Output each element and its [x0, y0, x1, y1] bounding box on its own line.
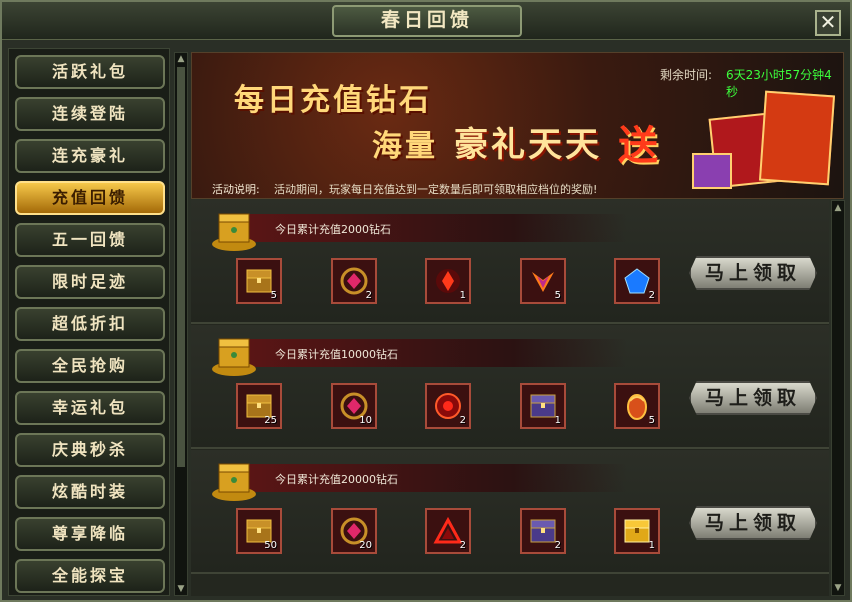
gold-chest-coins-icon — [212, 213, 256, 251]
reward-count: 2 — [648, 290, 655, 301]
sidebar-item-recharge-reward[interactable]: 充值回馈 — [15, 181, 165, 215]
reward-slot[interactable]: 2 — [331, 258, 377, 304]
fire-wing-icon — [532, 272, 554, 292]
window-titlebar: 春日回馈 ✕ — [2, 2, 850, 40]
gold-chest-coins-icon — [212, 338, 256, 376]
close-button[interactable]: ✕ — [815, 10, 841, 36]
reward-slot[interactable]: 2 — [425, 383, 471, 429]
reward-count: 25 — [264, 415, 277, 426]
remaining-time-value: 6天23小时57分钟4秒 — [726, 68, 832, 99]
reward-count: 2 — [459, 540, 466, 551]
blue-gem-icon — [624, 268, 650, 294]
reward-slot[interactable]: 5 — [520, 258, 566, 304]
sidebar-item-limited-footprint[interactable]: 限时足迹 — [15, 265, 165, 299]
sidebar-item-super-discount[interactable]: 超低折扣 — [15, 307, 165, 341]
reward-list-scrollbar[interactable]: ▲ ▼ — [831, 200, 845, 596]
sidebar-item-daily-login[interactable]: 连续登陆 — [15, 97, 165, 131]
reward-count: 5 — [554, 290, 561, 301]
reward-slot[interactable]: 10 — [331, 383, 377, 429]
scroll-up-icon[interactable]: ▲ — [176, 54, 186, 64]
claim-now-button[interactable]: 马上领取 — [689, 256, 817, 290]
event-description-text: 活动期间，玩家每日充值达到一定数量后即可领取相应档位的奖励! — [274, 183, 598, 196]
reward-window: 春日回馈 ✕ 活跃礼包 连续登陆 连充豪礼 充值回馈 五一回馈 限时足迹 超低折… — [0, 0, 852, 602]
reward-slot[interactable]: 2 — [425, 508, 471, 554]
scroll-down-icon[interactable]: ▼ — [176, 584, 186, 594]
red-crystal-icon — [436, 269, 460, 293]
banner-subline-emphasis: 送 — [618, 122, 658, 169]
sidebar-item-treasure-hunt[interactable]: 全能探宝 — [15, 559, 165, 593]
purple-chest-icon — [530, 519, 556, 543]
reward-count: 2 — [554, 540, 561, 551]
sidebar-scrollbar[interactable]: ▲ ▼ — [174, 52, 188, 596]
sidebar-item-cool-fashion[interactable]: 炫酷时装 — [15, 475, 165, 509]
reward-slot[interactable]: 5 — [614, 383, 660, 429]
reward-slot[interactable]: 25 — [236, 383, 282, 429]
red-orb-icon — [435, 393, 461, 419]
reward-slot[interactable]: 5 — [236, 258, 282, 304]
tier-requirement-text: 今日累计充值2000钻石 — [275, 223, 391, 236]
window-title: 春日回馈 — [332, 5, 522, 37]
sidebar-item-celebration-sale[interactable]: 庆典秒杀 — [15, 433, 165, 467]
tier-requirement-text: 今日累计充值20000钻石 — [275, 473, 398, 486]
reward-count: 2 — [459, 415, 466, 426]
sidebar-item-may-day-reward[interactable]: 五一回馈 — [15, 223, 165, 257]
reward-count: 1 — [648, 540, 655, 551]
activity-sidebar: 活跃礼包 连续登陆 连充豪礼 充值回馈 五一回馈 限时足迹 超低折扣 全民抢购 … — [8, 48, 170, 596]
tier-requirement-text: 今日累计充值10000钻石 — [275, 348, 398, 361]
remaining-time-label: 剩余时间: — [660, 68, 713, 82]
banner-subline: 豪礼天天 — [454, 125, 602, 165]
reward-slot[interactable]: 50 — [236, 508, 282, 554]
sidebar-item-lucky-pack[interactable]: 幸运礼包 — [15, 391, 165, 425]
treasure-chest-icon — [246, 269, 272, 293]
reward-count: 20 — [359, 540, 372, 551]
reward-slot[interactable]: 1 — [425, 258, 471, 304]
reward-count: 1 — [554, 415, 561, 426]
reward-count: 10 — [359, 415, 372, 426]
scroll-down-icon[interactable]: ▼ — [833, 583, 843, 593]
banner-headline: 每日充值钻石 — [234, 83, 432, 118]
reward-count: 50 — [264, 540, 277, 551]
red-triangle-icon — [433, 516, 463, 544]
reward-slot[interactable]: 1 — [520, 383, 566, 429]
sidebar-item-recharge-bonus[interactable]: 连充豪礼 — [15, 139, 165, 173]
claim-now-button[interactable]: 马上领取 — [689, 381, 817, 415]
banner-subline-prefix: 海量 — [372, 129, 438, 164]
scroll-up-icon[interactable]: ▲ — [833, 203, 843, 213]
reward-slot[interactable]: 2 — [520, 508, 566, 554]
red-gem-ring-icon — [340, 267, 368, 295]
sidebar-item-vip-arrival[interactable]: 尊享降临 — [15, 517, 165, 551]
gold-chest-coins-icon — [212, 463, 256, 501]
reward-tier: 今日累计充值20000钻石 50 20 2 2 1 马上领取 — [191, 450, 829, 574]
sidebar-item-active-gift[interactable]: 活跃礼包 — [15, 55, 165, 89]
golden-chest-icon — [624, 519, 650, 543]
event-banner: 每日充值钻石 海量 豪礼天天 送 剩余时间: 6天23小时57分钟4秒 活动说明… — [191, 52, 844, 199]
reward-count: 1 — [459, 290, 466, 301]
reward-count: 5 — [270, 290, 277, 301]
reward-tier-list: 今日累计充值2000钻石 5 2 1 5 2 马上领取 今日累计充值10000钻… — [191, 200, 829, 596]
reward-count: 5 — [648, 415, 655, 426]
sidebar-item-flash-buy[interactable]: 全民抢购 — [15, 349, 165, 383]
event-description-label: 活动说明: — [212, 183, 260, 196]
gift-box-icon — [692, 153, 732, 189]
reward-slot[interactable]: 1 — [614, 508, 660, 554]
reward-slot[interactable]: 2 — [614, 258, 660, 304]
reward-tier: 今日累计充值10000钻石 25 10 2 1 5 马上领取 — [191, 325, 829, 449]
purple-chest-icon — [530, 394, 556, 418]
gift-box-icon — [758, 90, 836, 186]
reward-count: 2 — [365, 290, 372, 301]
reward-slot[interactable]: 20 — [331, 508, 377, 554]
sidebar-scroll-thumb[interactable] — [177, 67, 185, 467]
dragon-egg-icon — [627, 394, 647, 420]
reward-tier: 今日累计充值2000钻石 5 2 1 5 2 马上领取 — [191, 200, 829, 324]
claim-now-button[interactable]: 马上领取 — [689, 506, 817, 540]
